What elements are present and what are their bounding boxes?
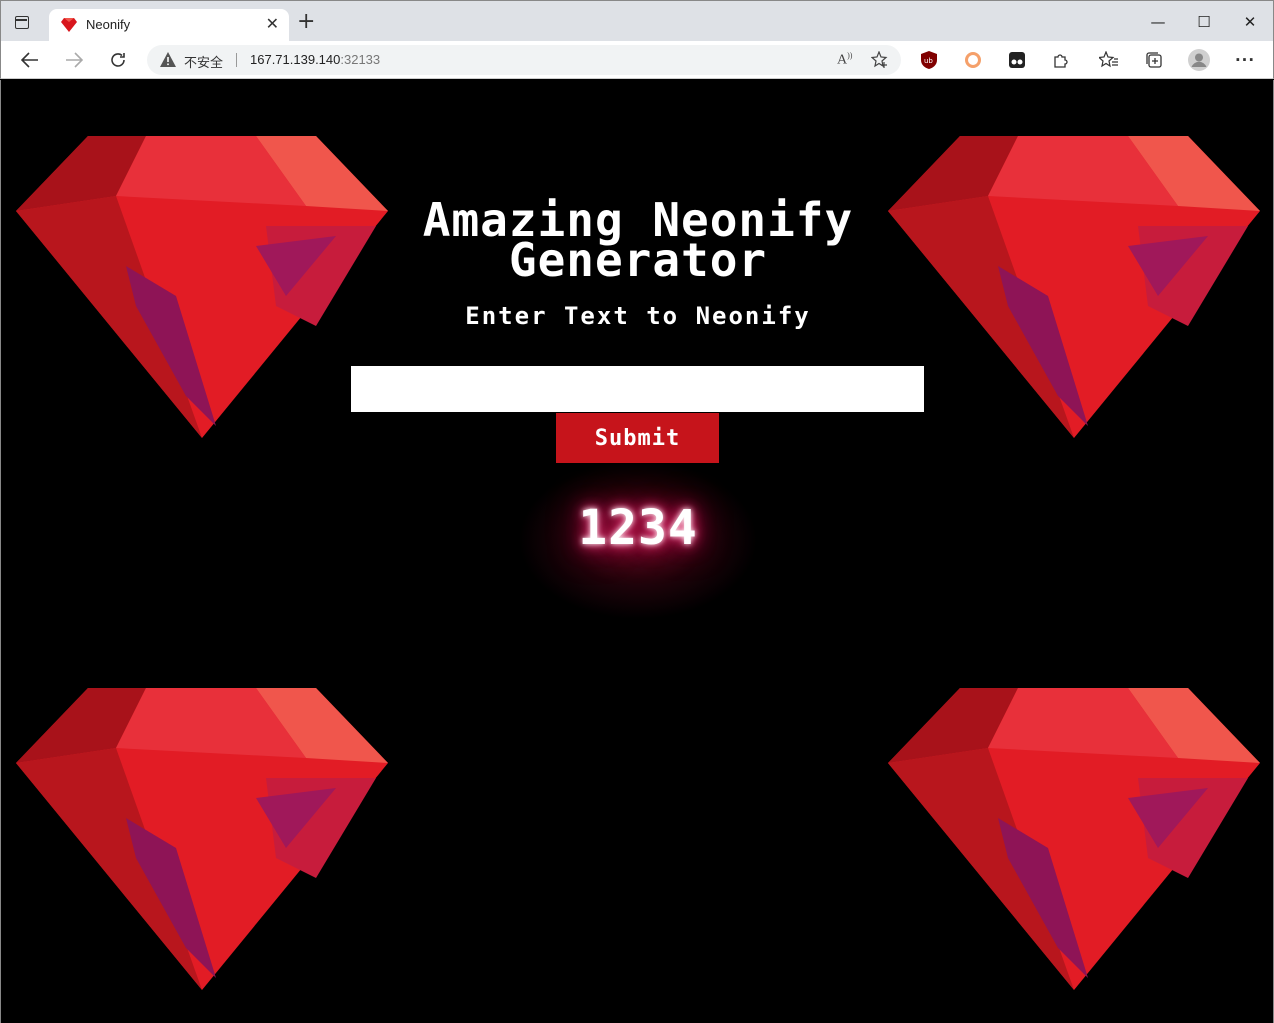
back-button[interactable] — [17, 48, 43, 72]
tab-neonify[interactable]: Neonify ✕ — [49, 9, 289, 42]
address-bar[interactable]: 不安全 167.71.139.140:32133 A)) — [147, 45, 901, 75]
page-title: Amazing Neonify Generator — [281, 197, 995, 283]
url-text[interactable]: 167.71.139.140:32133 — [250, 52, 380, 67]
reload-button[interactable] — [105, 48, 131, 72]
ruby-gem-image-top-right — [888, 136, 1260, 438]
extension-circle-icon[interactable] — [962, 49, 984, 71]
ruby-favicon-icon — [61, 18, 77, 32]
minimize-button[interactable]: — — [1135, 1, 1181, 42]
tab-title: Neonify — [86, 17, 131, 32]
security-label[interactable]: 不安全 — [184, 52, 223, 71]
window-controls: — ☐ ✕ — [1135, 1, 1273, 42]
forward-arrow-icon — [66, 52, 83, 68]
profile-avatar-icon[interactable] — [1188, 49, 1210, 71]
maximize-button[interactable]: ☐ — [1181, 1, 1227, 42]
ublock-icon[interactable]: ub — [918, 49, 940, 71]
url-host: 167.71.139.140 — [250, 52, 341, 67]
new-tab-button[interactable]: + — [297, 11, 315, 33]
address-separator — [236, 53, 237, 67]
browser-title-bar: Neonify ✕ + — ☐ ✕ — [0, 0, 1274, 42]
forward-button[interactable] — [61, 48, 87, 72]
read-aloud-icon[interactable]: A)) — [837, 51, 852, 69]
ruby-gem-image-bottom-left — [16, 688, 388, 990]
neon-output-text: 1234 — [578, 500, 698, 556]
input-prompt-label: Enter Text to Neonify — [465, 302, 811, 330]
ruby-gem-image-top-left — [16, 136, 388, 438]
reload-icon — [111, 53, 125, 67]
back-arrow-icon — [21, 52, 38, 68]
submit-button[interactable]: Submit — [556, 413, 719, 463]
page-content: Amazing Neonify Generator Enter Text to … — [0, 80, 1274, 1023]
page-title-line2: Generator — [508, 233, 768, 287]
more-options-icon[interactable]: ··· — [1234, 49, 1256, 71]
ruby-gem-image-bottom-right — [888, 688, 1260, 990]
neonify-text-input[interactable] — [351, 366, 924, 412]
warning-icon — [160, 52, 176, 67]
add-favorite-icon[interactable] — [871, 51, 889, 69]
url-port: :32133 — [340, 52, 381, 67]
extensions-puzzle-icon[interactable] — [1050, 49, 1072, 71]
tab-actions-icon[interactable] — [15, 16, 29, 29]
svg-text:ub: ub — [924, 57, 933, 65]
close-window-button[interactable]: ✕ — [1227, 1, 1273, 42]
browser-toolbar: 不安全 167.71.139.140:32133 A)) ub ··· — [0, 41, 1274, 79]
favorites-icon[interactable] — [1098, 49, 1120, 71]
collections-icon[interactable] — [1143, 49, 1165, 71]
tab-close-icon[interactable]: ✕ — [266, 15, 279, 33]
tampermonkey-icon[interactable] — [1006, 49, 1028, 71]
